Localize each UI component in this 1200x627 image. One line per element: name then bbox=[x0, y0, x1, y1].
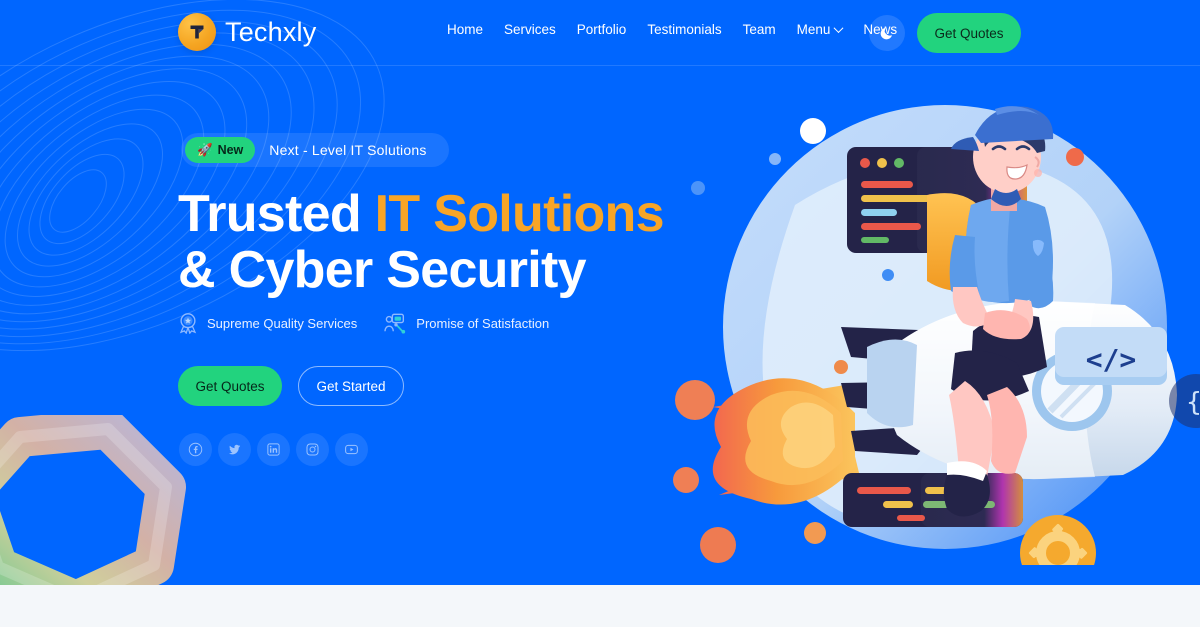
headline-accent: IT Solutions bbox=[374, 185, 665, 243]
site-header: Techxly Home Services Portfolio Testimon… bbox=[0, 0, 1200, 66]
support-agent-icon bbox=[384, 313, 406, 334]
moon-icon bbox=[880, 28, 892, 40]
techxly-logo-icon bbox=[178, 13, 216, 51]
facebook-icon bbox=[188, 442, 203, 457]
twitter-link[interactable] bbox=[218, 433, 251, 466]
nav-item-menu[interactable]: Menu bbox=[796, 22, 844, 37]
instagram-icon bbox=[306, 443, 319, 456]
nav-item-portfolio[interactable]: Portfolio bbox=[577, 23, 627, 37]
new-badge-label: New bbox=[217, 143, 244, 157]
youtube-link[interactable] bbox=[335, 433, 368, 466]
nav-item-testimonials[interactable]: Testimonials bbox=[647, 23, 721, 37]
nav-item-home[interactable]: Home bbox=[447, 23, 483, 37]
social-links bbox=[179, 433, 368, 466]
brace-badge-text: { bbox=[1186, 388, 1200, 418]
hero-get-quotes-button[interactable]: Get Quotes bbox=[178, 366, 282, 406]
hero-section: Techxly Home Services Portfolio Testimon… bbox=[0, 0, 1200, 585]
linkedin-link[interactable] bbox=[257, 433, 290, 466]
feature-satisfaction: Promise of Satisfaction bbox=[384, 312, 549, 334]
feature-quality: Supreme Quality Services bbox=[177, 312, 357, 334]
developer-on-rocket-illustration: </> { bbox=[673, 105, 1200, 565]
hero-get-started-button[interactable]: Get Started bbox=[298, 366, 404, 406]
twitter-icon bbox=[228, 444, 241, 455]
rocket-icon: 🚀 bbox=[197, 142, 213, 157]
page-body-below-hero bbox=[0, 585, 1200, 627]
header-get-quotes-button[interactable]: Get Quotes bbox=[917, 13, 1021, 53]
hero-cta-row: Get Quotes Get Started bbox=[178, 366, 404, 406]
hero-feature-list: Supreme Quality Services Promise of Sati… bbox=[177, 312, 549, 334]
code-badge-text: </> bbox=[1086, 343, 1137, 376]
headline-part-1: Trusted bbox=[178, 185, 375, 243]
facebook-link[interactable] bbox=[179, 433, 212, 466]
instagram-link[interactable] bbox=[296, 433, 329, 466]
youtube-icon bbox=[345, 444, 358, 455]
dark-mode-toggle[interactable] bbox=[869, 15, 905, 51]
brand-logo[interactable]: Techxly bbox=[178, 13, 316, 51]
main-nav: Home Services Portfolio Testimonials Tea… bbox=[447, 23, 897, 37]
feature-satisfaction-label: Promise of Satisfaction bbox=[416, 315, 550, 331]
nav-item-team[interactable]: Team bbox=[743, 23, 776, 37]
nav-item-menu-label: Menu bbox=[796, 22, 831, 37]
hero-badge: 🚀 New Next - Level IT Solutions bbox=[181, 133, 449, 167]
feature-quality-label: Supreme Quality Services bbox=[207, 315, 358, 331]
linkedin-icon bbox=[267, 443, 280, 456]
hero-badge-text: Next - Level IT Solutions bbox=[269, 142, 427, 158]
quality-badge-icon bbox=[179, 313, 197, 334]
new-badge: 🚀 New bbox=[185, 137, 256, 163]
hero-landing-page: Techxly Home Services Portfolio Testimon… bbox=[0, 0, 1200, 627]
brand-name: Techxly bbox=[225, 16, 317, 47]
headline-part-2: & Cyber Security bbox=[178, 241, 587, 299]
gradient-hexagon-decoration bbox=[0, 415, 186, 585]
hero-headline: Trusted IT Solutions & Cyber Security bbox=[178, 185, 665, 299]
chevron-down-icon bbox=[833, 23, 844, 34]
nav-item-services[interactable]: Services bbox=[504, 23, 556, 37]
